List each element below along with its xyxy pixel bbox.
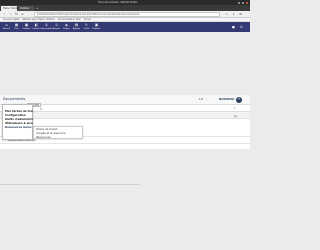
menu-label: Accueil [3,28,10,30]
dropdown-menu: Mes tâches de travail Configuration Outi… [2,104,33,140]
menu-label: Tiers [14,28,19,30]
close-icon[interactable]: ✕ [40,107,43,111]
pager: 1/1 [199,98,204,101]
menu-facturation[interactable]: $ Facturation [42,23,53,32]
menu-label: Produits [92,28,101,30]
screen: Tiers et Contacts - Mozilla Firefox Tier… [0,0,250,250]
close-window-icon[interactable] [246,1,248,4]
forward-icon[interactable]: › [8,12,13,17]
menu-commerce[interactable]: ◧ Commerce [32,23,43,32]
url-bar[interactable]: localhost/dolibarr/htdocs/product/stock/… [34,12,220,17]
dropdown-item[interactable]: Ressources Gelus [5,125,33,129]
menu-label: Produits [22,28,31,30]
filter-options-icon[interactable]: ▾ [234,107,235,111]
app-top-menu: ⌂ Accueil ▦ Tiers ▣ Produits ◧ Commerce … [0,22,250,32]
submenu: Temps de travail Congés et la ressource … [33,126,83,139]
menu-tiers[interactable]: ▦ Tiers [12,23,21,32]
list-header-row: ▤ [0,112,250,119]
column-settings-icon[interactable]: ▤ [234,114,237,118]
menu-label: Outils [83,28,90,30]
menu-produits-2[interactable]: ▣ Produits [92,23,101,32]
submenu-item[interactable]: Ressources [36,136,51,140]
menu-label: Banque [52,28,61,30]
menu-label: Agenda [72,28,81,30]
download-icon[interactable]: ↓ [231,12,236,17]
menu-outils[interactable]: ✎ Outils [82,23,91,32]
menu-label: Commerce [32,28,43,30]
reload-icon[interactable]: ↻ [14,12,19,17]
page-title: Équipements [3,97,26,101]
menu-agenda[interactable]: ▤ Agenda [72,23,81,32]
home-nav-icon[interactable]: ⌂ [20,12,25,17]
user-icon[interactable]: ● [232,24,235,30]
back-icon[interactable]: ‹ [2,12,7,17]
menu-icon[interactable]: ≡ [238,12,243,17]
add-button[interactable]: + [236,96,242,103]
new-button[interactable]: NOUVEAU [219,97,234,102]
menu-label: Facturation [42,28,53,30]
minimize-icon[interactable] [238,1,240,4]
menu-accueil[interactable]: ⌂ Accueil [2,23,11,32]
menu-produits[interactable]: ▣ Produits [22,23,31,32]
logout-icon[interactable]: ⏻ [240,24,243,30]
browser-nav-bar: ‹ › ↻ ⌂ localhost/dolibarr/htdocs/produc… [0,11,250,18]
menu-label: Projets [63,28,70,30]
status-line [0,184,140,185]
maximize-icon[interactable] [242,1,244,4]
bookmark-star-icon[interactable]: ☆ [224,12,229,17]
menu-projets[interactable]: ◈ Projets [62,23,71,32]
menu-banque[interactable]: ⌸ Banque [52,23,61,32]
next-page-icon[interactable]: › [206,98,207,102]
